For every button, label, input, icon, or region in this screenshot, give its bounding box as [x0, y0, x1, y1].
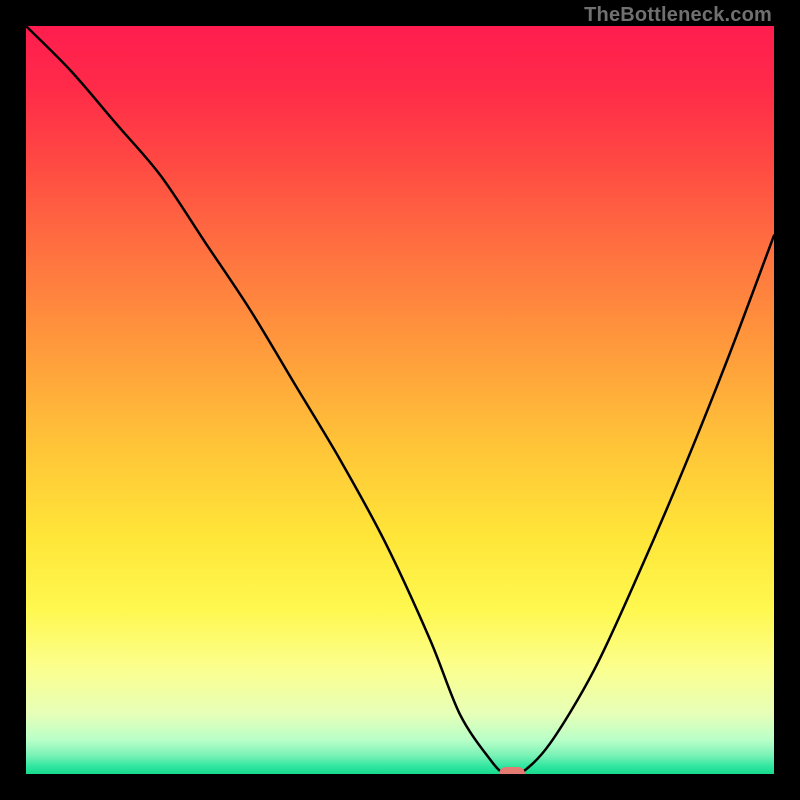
plot-area: [26, 26, 774, 774]
watermark-text: TheBottleneck.com: [584, 4, 772, 27]
bottleneck-curve: [26, 26, 774, 774]
optimal-marker: [499, 767, 525, 774]
chart-frame: TheBottleneck.com: [0, 0, 800, 800]
